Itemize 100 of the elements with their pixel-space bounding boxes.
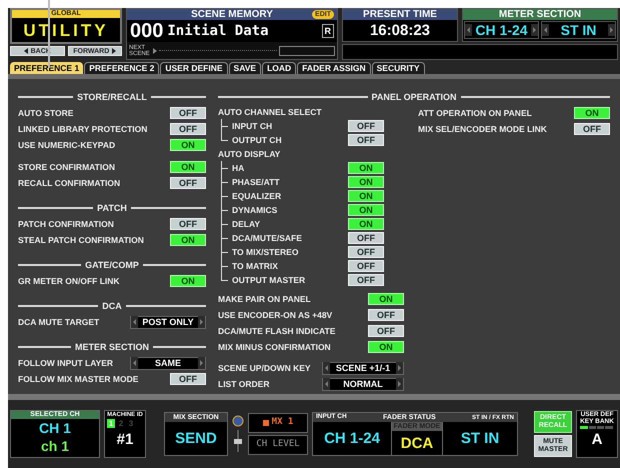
toggle-button[interactable]: OFF [348, 134, 384, 146]
panel-title: SCENE MEMORY [191, 10, 273, 20]
toggle-button[interactable]: OFF [170, 107, 206, 119]
panel-title: PRESENT TIME [343, 9, 457, 20]
value-selector[interactable]: NORMAL [322, 378, 404, 390]
section-title: STORE/RECALL [77, 92, 147, 102]
tab[interactable]: USER DEFINE [160, 62, 228, 74]
leader-line [48, 0, 50, 68]
caret-left-icon [131, 357, 138, 369]
toggle-button[interactable]: ON [170, 234, 206, 246]
setting-label: FOLLOW INPUT LAYER [18, 358, 114, 368]
section-title: PANEL OPERATION [372, 92, 457, 102]
toggle-button[interactable]: OFF [348, 120, 384, 132]
setting-label: HA [232, 164, 244, 172]
section-title: PATCH [97, 204, 127, 212]
caret-right-icon [530, 24, 538, 36]
toggle-button[interactable]: ON [574, 107, 610, 119]
toggle-button[interactable]: OFF [348, 246, 384, 258]
setting-label: SCENE UP/DOWN KEY [218, 364, 311, 372]
next-scene-field [279, 46, 335, 56]
setting-label: DCA/MUTE FLASH INDICATE [218, 326, 336, 336]
setting-label: EQUALIZER [232, 192, 282, 200]
toggle-button[interactable]: OFF [170, 218, 206, 230]
setting-label: TO MATRIX [232, 262, 278, 270]
setting-label: OUTPUT CH [232, 136, 282, 144]
section-title: METER SECTION [75, 342, 150, 352]
bank-indicator-icon [580, 426, 614, 429]
toggle-button[interactable]: ON [348, 190, 384, 202]
toggle-button[interactable]: OFF [368, 325, 404, 337]
caret-left-icon [542, 24, 549, 36]
setting-label: AUTO STORE [18, 108, 74, 118]
key-bank-value: A [592, 430, 602, 450]
read-only-flag: R [322, 24, 334, 38]
toggle-button[interactable]: OFF [170, 123, 206, 135]
toggle-button[interactable]: ON [170, 275, 206, 287]
caret-left-icon [465, 24, 472, 36]
tab[interactable]: SECURITY [372, 62, 425, 74]
caret-left-icon [131, 316, 138, 328]
fader-layer-value: ST IN [460, 429, 500, 449]
ch-level-label: CH LEVEL [248, 435, 308, 455]
caret-right-icon [608, 24, 615, 36]
toggle-button[interactable]: OFF [348, 232, 384, 244]
caret-right-icon [396, 362, 403, 374]
toggle-button[interactable]: ON [368, 341, 404, 353]
toggle-button[interactable]: OFF [170, 373, 206, 385]
setting-label: DCA MUTE TARGET [18, 318, 100, 326]
setting-label: USE ENCODER-ON AS +48V [218, 310, 332, 320]
channel-short-name: ch 1 [40, 437, 70, 455]
setting-label: STEAL PATCH CONFIRMATION [18, 236, 144, 244]
setting-label: OUTPUT MASTER [232, 276, 306, 284]
meter-selector[interactable]: CH 1-24 [464, 21, 539, 39]
value-selector[interactable]: SCENE +1/-1 [322, 362, 404, 374]
setting-label: USE NUMERIC-KEYPAD [18, 140, 116, 150]
setting-label: GR METER ON/OFF LINK [18, 276, 120, 286]
toggle-button[interactable]: ON [368, 293, 404, 305]
toggle-button[interactable]: OFF [348, 260, 384, 272]
tab[interactable]: SAVE [228, 62, 262, 74]
caret-right-icon [198, 357, 205, 369]
toggle-button[interactable]: ON [348, 204, 384, 216]
setting-label: MIX MINUS CONFIRMATION [218, 342, 331, 352]
panel-title: METER SECTION [463, 9, 617, 20]
caret-left-icon [323, 378, 330, 390]
setting-label: TO MIX/STEREO [232, 248, 298, 256]
toggle-button[interactable]: ON [170, 161, 206, 173]
tab[interactable]: FADER ASSIGN [297, 62, 371, 74]
caret-right-icon [112, 48, 116, 54]
value-selector[interactable]: POST ONLY [130, 316, 206, 328]
toggle-button[interactable]: OFF [170, 177, 206, 189]
section-title: DCA [102, 302, 122, 310]
setting-label: PATCH CONFIRMATION [18, 220, 114, 228]
setting-label: DYNAMICS [232, 206, 278, 214]
toggle-button[interactable]: OFF [574, 123, 610, 135]
play-icon [153, 48, 157, 54]
tab[interactable]: PREFERENCE 1 [10, 62, 84, 74]
setting-label: ATT OPERATION ON PANEL [418, 108, 532, 118]
setting-label: DCA/MUTE/SAFE [232, 234, 302, 242]
setting-label: DELAY [232, 220, 260, 228]
channel-name: CH 1 [38, 419, 72, 437]
toggle-button[interactable]: ON [348, 162, 384, 174]
toggle-button[interactable]: OFF [368, 309, 404, 321]
fader-mode-value: DCA [400, 434, 434, 454]
toggle-button[interactable]: ON [348, 218, 384, 230]
setting-label: RECALL CONFIRMATION [18, 178, 120, 188]
caret-left-icon [24, 48, 28, 54]
toggle-button[interactable]: ON [170, 139, 206, 151]
tab[interactable]: PREFERENCE 2 [84, 62, 160, 74]
caret-left-icon [323, 362, 330, 374]
setting-label: PHASE/ATT [232, 178, 280, 186]
scene-name: Initial Data [167, 24, 270, 38]
knob-and-fader-icon [232, 414, 244, 454]
setting-label: LINKED LIBRARY PROTECTION [18, 124, 148, 134]
caret-right-icon [198, 316, 205, 328]
toggle-button[interactable]: OFF [348, 274, 384, 286]
setting-label: INPUT CH [232, 122, 272, 130]
meter-selector[interactable]: ST IN [541, 21, 616, 39]
mix-section-value: SEND [174, 429, 218, 449]
setting-label: STORE CONFIRMATION [18, 162, 115, 172]
value-selector[interactable]: SAME [130, 356, 206, 370]
tab[interactable]: LOAD [262, 62, 296, 74]
toggle-button[interactable]: ON [348, 176, 384, 188]
